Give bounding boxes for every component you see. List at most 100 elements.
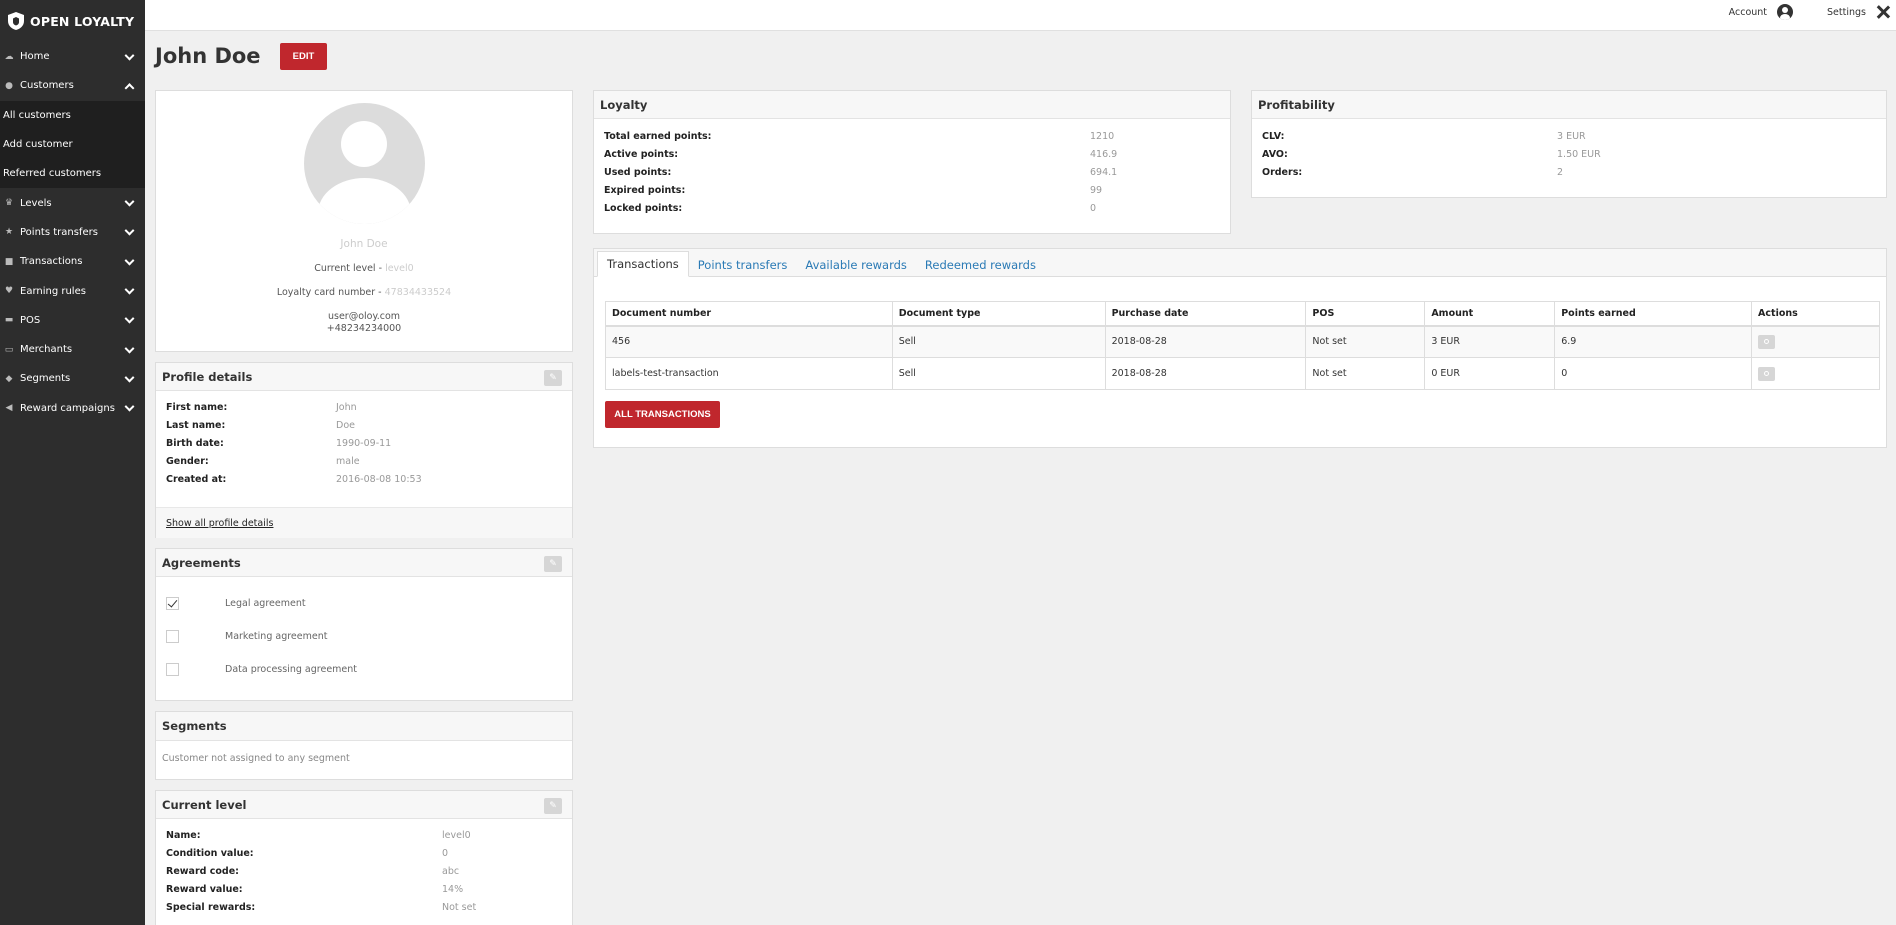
level-row: Name: level0 — [166, 826, 572, 844]
sidebar-item-customers[interactable]: ● Customers — [0, 71, 145, 100]
loyalty-row: Total earned points: 1210 — [604, 127, 1230, 145]
sidebar-item-transactions[interactable]: ■ Transactions — [0, 247, 145, 276]
megaphone-icon: ◀ — [5, 403, 13, 414]
edit-pencil-icon[interactable]: ✎ — [544, 370, 562, 386]
loyalty-value: 416.9 — [1090, 148, 1118, 160]
account-link[interactable]: Account — [1729, 7, 1767, 18]
view-magnifier-icon[interactable] — [1758, 366, 1776, 381]
column-header[interactable]: Amount — [1424, 301, 1556, 327]
table-cell: 0 EUR — [1424, 357, 1556, 390]
sidebar-item-pos[interactable]: ▬ POS — [0, 306, 145, 335]
loyalty-value: 1210 — [1090, 130, 1115, 142]
brand-logo[interactable]: OPEN LOYALTY — [0, 0, 145, 42]
detail-key: Created at: — [166, 473, 227, 485]
loyalty-list: Total earned points: 1210 Active points: 4… — [594, 119, 1230, 217]
tabs: Transactions Points transfers Available … — [597, 251, 1045, 277]
profitability-value: 2 — [1557, 166, 1564, 178]
level-key: Special rewards: — [166, 901, 256, 913]
sidebar-subitem-add-customer[interactable]: Add customer — [0, 130, 145, 159]
edit-pencil-icon[interactable]: ✎ — [544, 556, 562, 572]
panel-title: Loyalty — [600, 97, 648, 112]
detail-value: John — [336, 401, 357, 413]
profitability-value: 3 EUR — [1557, 130, 1586, 142]
level-value: 0 — [442, 847, 449, 859]
loyalty-key: Used points: — [604, 166, 672, 178]
profile-details-list: First name: John Last name: Doe Birth date… — [156, 391, 572, 488]
chevron-down-icon — [124, 284, 135, 295]
tag-icon: ◆ — [5, 373, 13, 384]
profitability-row: CLV: 3 EUR — [1262, 127, 1886, 145]
sidebar-item-reward-campaigns[interactable]: ◀ Reward campaigns — [0, 394, 145, 423]
sidebar-item-segments[interactable]: ◆ Segments — [0, 364, 145, 393]
profile-name: John Doe — [340, 238, 388, 250]
sidebar-item-home[interactable]: ☁ Home — [0, 42, 145, 71]
detail-key: Birth date: — [166, 437, 224, 449]
table-cell: 3 EUR — [1424, 325, 1556, 358]
tab-points-transfers[interactable]: Points transfers — [689, 253, 797, 277]
sidebar-item-label: Segments — [20, 373, 71, 385]
sidebar-item-merchants[interactable]: ▭ Merchants — [0, 335, 145, 364]
level-key: Reward code: — [166, 865, 239, 877]
sidebar-subitem-all-customers[interactable]: All customers — [0, 101, 145, 130]
current-level-panel: Current level ✎ Name: level0 Condition va… — [155, 790, 573, 925]
panel-title: Profile details — [162, 369, 253, 384]
tab-redeemed-rewards[interactable]: Redeemed rewards — [916, 253, 1045, 277]
sidebar-item-label: Home — [20, 51, 50, 63]
detail-key: First name: — [166, 401, 228, 413]
detail-value: male — [336, 455, 360, 467]
account-avatar-icon[interactable] — [1777, 4, 1794, 20]
loyalty-value: 694.1 — [1090, 166, 1118, 178]
sidebar-item-points-transfers[interactable]: ★ Points transfers — [0, 218, 145, 247]
data-processing-agreement-checkbox[interactable] — [166, 662, 179, 676]
level-value: Not set — [442, 901, 477, 913]
show-all-profile-details-link[interactable]: Show all profile details — [166, 518, 273, 529]
sidebar-item-earning-rules[interactable]: ♥ Earning rules — [0, 276, 145, 305]
column-header[interactable]: Points earned — [1554, 301, 1753, 327]
current-level-list: Name: level0 Condition value: 0 Reward cod… — [156, 819, 572, 916]
loyalty-value: 99 — [1090, 184, 1103, 196]
column-header[interactable]: Document number — [605, 301, 893, 327]
panel-header: Profitability — [1252, 91, 1886, 119]
column-header[interactable]: POS — [1305, 301, 1426, 327]
loyalty-key: Expired points: — [604, 184, 686, 196]
tools-icon[interactable] — [1876, 5, 1890, 19]
panel-header: Profile details ✎ — [156, 363, 572, 391]
table-cell: 2018-08-28 — [1104, 357, 1307, 390]
agreement-legal: Legal agreement — [166, 596, 306, 610]
tab-available-rewards[interactable]: Available rewards — [796, 253, 916, 277]
heart-icon: ♥ — [4, 286, 14, 297]
all-transactions-button[interactable]: ALL TRANSACTIONS — [605, 401, 720, 428]
table-cell — [1751, 357, 1880, 390]
legal-agreement-checkbox[interactable] — [166, 596, 179, 610]
pos-icon: ▬ — [4, 315, 14, 326]
panel-title: Current level — [162, 797, 247, 812]
table-cell: Not set — [1305, 325, 1426, 358]
level-value: abc — [442, 865, 460, 877]
table-cell: 6.9 — [1554, 325, 1753, 358]
briefcase-icon: ■ — [4, 256, 14, 267]
level-row: Special rewards: Not set — [166, 898, 572, 916]
panel-footer: Show all profile details — [156, 507, 572, 538]
trophy-icon: ♛ — [4, 198, 14, 209]
agreement-marketing: Marketing agreement — [166, 629, 327, 643]
sidebar-item-levels[interactable]: ♛ Levels — [0, 188, 145, 217]
level-row: Condition value: 0 — [166, 844, 572, 862]
table-header-row: Document number Document type Purchase d… — [605, 301, 1880, 327]
profitability-key: AVO: — [1262, 148, 1288, 160]
chevron-down-icon — [124, 401, 135, 412]
level-row: Reward value: 14% — [166, 880, 572, 898]
view-magnifier-icon[interactable] — [1758, 334, 1776, 349]
agreement-label: Marketing agreement — [225, 630, 328, 642]
sidebar-subitem-referred-customers[interactable]: Referred customers — [0, 159, 145, 188]
edit-button[interactable]: EDIT — [280, 43, 327, 70]
settings-link[interactable]: Settings — [1827, 7, 1866, 18]
marketing-agreement-checkbox[interactable] — [166, 629, 179, 643]
tab-transactions[interactable]: Transactions — [597, 251, 689, 277]
column-header[interactable]: Purchase date — [1104, 301, 1307, 327]
edit-pencil-icon[interactable]: ✎ — [544, 798, 562, 814]
current-level-value: level0 — [385, 263, 414, 274]
column-header[interactable]: Document type — [891, 301, 1106, 327]
loyalty-panel: Loyalty Total earned points: 1210 Active … — [593, 90, 1231, 234]
detail-value: Doe — [336, 419, 355, 431]
sidebar-item-label: Transactions — [20, 256, 83, 268]
